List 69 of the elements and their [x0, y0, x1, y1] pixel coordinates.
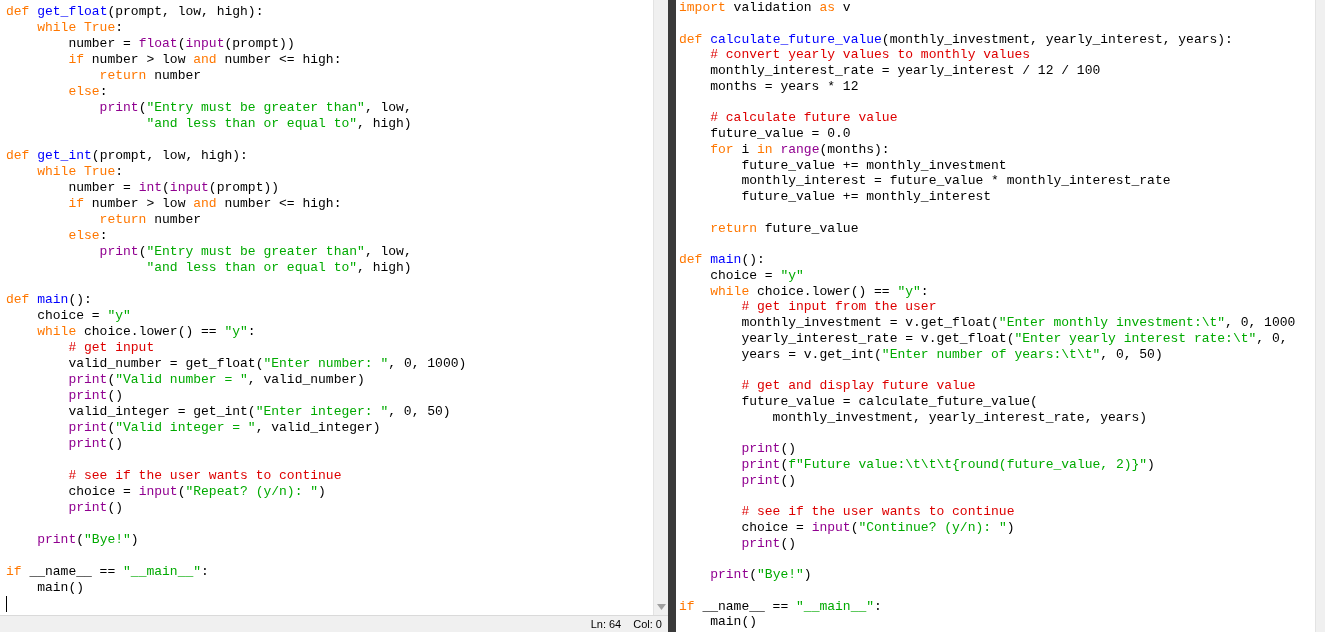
code-line: "and less than or equal to", high) [145, 260, 412, 276]
scrollbar-track[interactable] [1315, 0, 1325, 632]
code-line: choice = input("Repeat? (y/n): ") [67, 484, 326, 500]
code-line: print() [740, 535, 797, 552]
code-line: return future_value [709, 220, 859, 237]
code-line: return number [98, 212, 202, 228]
code-line: return number [98, 68, 202, 84]
code-line: # calculate future value [709, 110, 898, 126]
code-line: def calculate_future_value(monthly_investment, yearly_interest, years): [679, 31, 1233, 48]
code-line: if __name__ == "__main__": [679, 598, 882, 615]
code-line: print() [740, 441, 797, 457]
code-line: # get input [67, 340, 155, 356]
code-line: if number > low and number <= high: [67, 196, 342, 212]
code-line: print("Valid number = ", valid_number) [67, 372, 365, 388]
code-line: future_value = 0.0 [709, 126, 851, 142]
code-line: # get input from the user [740, 299, 937, 315]
code-line: monthly_investment = v.get_float("Enter monthly investment:\t", 0, 1000 [740, 315, 1296, 331]
code-line: while choice.lower() == "y": [709, 283, 929, 300]
code-line: if number > low and number <= high: [67, 52, 342, 68]
scrollbar-track[interactable] [653, 0, 668, 615]
code-line: number = int(input(prompt)) [67, 180, 280, 196]
code-line: choice = "y" [709, 267, 804, 284]
code-line: print() [67, 388, 124, 404]
code-line: yearly_interest_rate = v.get_float("Enter yearly interest rate:\t", 0, [740, 330, 1288, 347]
code-line: # see if the user wants to continue [740, 504, 1015, 520]
code-line: print("Entry must be greater than", low, [98, 244, 412, 260]
code-line: # see if the user wants to continue [67, 468, 342, 484]
code-line: if __name__ == "__main__": [6, 564, 209, 580]
code-line: future_value += monthly_investment [740, 157, 1007, 174]
code-line: monthly_interest = future_value * monthly_interest_rate [740, 173, 1171, 189]
code-line: print(f"Future value:\t\t\t{round(future_value, 2)}") [740, 456, 1155, 473]
code-line: for i in range(months): [709, 141, 890, 158]
code-line: print("Bye!") [36, 532, 139, 548]
code-line: while True: [36, 20, 124, 36]
code-line: print("Entry must be greater than", low, [98, 100, 412, 116]
code-line: while True: [36, 164, 124, 180]
code-line: years = v.get_int("Enter number of years:\t\t", 0, 50) [740, 346, 1163, 363]
code-line: def main(): [679, 252, 765, 268]
code-line: valid_number = get_float("Enter number: ", 0, 1000) [67, 356, 467, 372]
code-line: def main(): [6, 292, 92, 308]
code-line: main() [36, 580, 84, 596]
code-line: def get_float(prompt, low, high): [6, 4, 264, 20]
code-line: main() [709, 614, 757, 630]
code-line: monthly_investment, yearly_interest_rate, years) [771, 409, 1148, 426]
code-line: months = years * 12 [709, 78, 859, 95]
code-line: choice = input("Continue? (y/n): ") [740, 519, 1015, 536]
code-line: future_value += monthly_interest [740, 189, 992, 205]
text-cursor [6, 596, 7, 612]
code-line: valid_integer = get_int("Enter integer: ", 0, 50) [67, 404, 451, 420]
column-number-status: Col: 0 [633, 618, 662, 630]
code-line: print("Valid integer = ", valid_integer) [67, 420, 381, 436]
code-line: number = float(input(prompt)) [67, 36, 295, 52]
code-line: "and less than or equal to", high) [145, 116, 412, 132]
code-line: future_value = calculate_future_value( [740, 393, 1038, 410]
line-number-status: Ln: 64 [590, 618, 622, 630]
code-line: # convert yearly values to monthly values [709, 47, 1031, 63]
code-line: print("Bye!") [709, 567, 812, 583]
code-line: import validation as v [679, 0, 851, 16]
code-line: choice = "y" [36, 308, 131, 324]
code-line: print() [67, 436, 124, 452]
code-line: def get_int(prompt, low, high): [6, 148, 248, 164]
code-line: else: [67, 228, 108, 244]
code-line: monthly_interest_rate = yearly_interest / 12 / 100 [709, 63, 1101, 79]
code-line: print() [67, 500, 124, 516]
code-line: print() [740, 472, 797, 489]
code-line: else: [67, 84, 108, 100]
code-line: while choice.lower() == "y": [36, 324, 256, 340]
scroll-down-arrow-icon[interactable] [656, 604, 666, 610]
code-line: # get and display future value [740, 378, 976, 394]
